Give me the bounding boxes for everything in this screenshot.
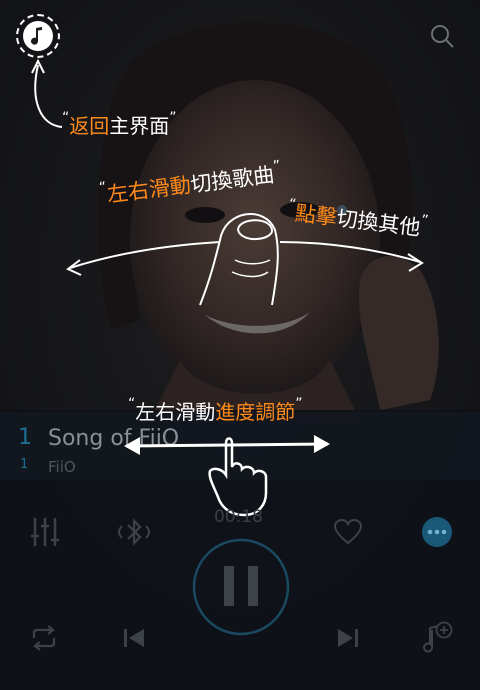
swipe-gesture-graphic — [66, 213, 424, 306]
hint-seek: “左右滑動進度調節” — [128, 396, 303, 424]
track-index: 1 — [18, 425, 32, 450]
more-icon[interactable] — [421, 516, 453, 548]
heart-icon[interactable] — [333, 518, 363, 546]
elapsed-time: 00:18 — [214, 507, 263, 527]
repeat-icon[interactable] — [28, 624, 60, 652]
music-note-icon — [23, 21, 53, 51]
pause-button[interactable] — [192, 538, 290, 636]
track-artist: FiiO — [48, 458, 76, 476]
seek-gesture-graphic — [124, 435, 330, 517]
bluetooth-icon[interactable] — [116, 516, 152, 548]
track-index-sub: 1 — [20, 457, 29, 472]
equalizer-icon[interactable] — [30, 516, 60, 548]
previous-icon[interactable] — [122, 626, 146, 650]
next-icon[interactable] — [336, 626, 360, 650]
hint-back-home: “返回主界面” — [62, 110, 177, 138]
add-to-playlist-icon[interactable] — [420, 620, 454, 654]
search-icon[interactable] — [429, 23, 455, 49]
